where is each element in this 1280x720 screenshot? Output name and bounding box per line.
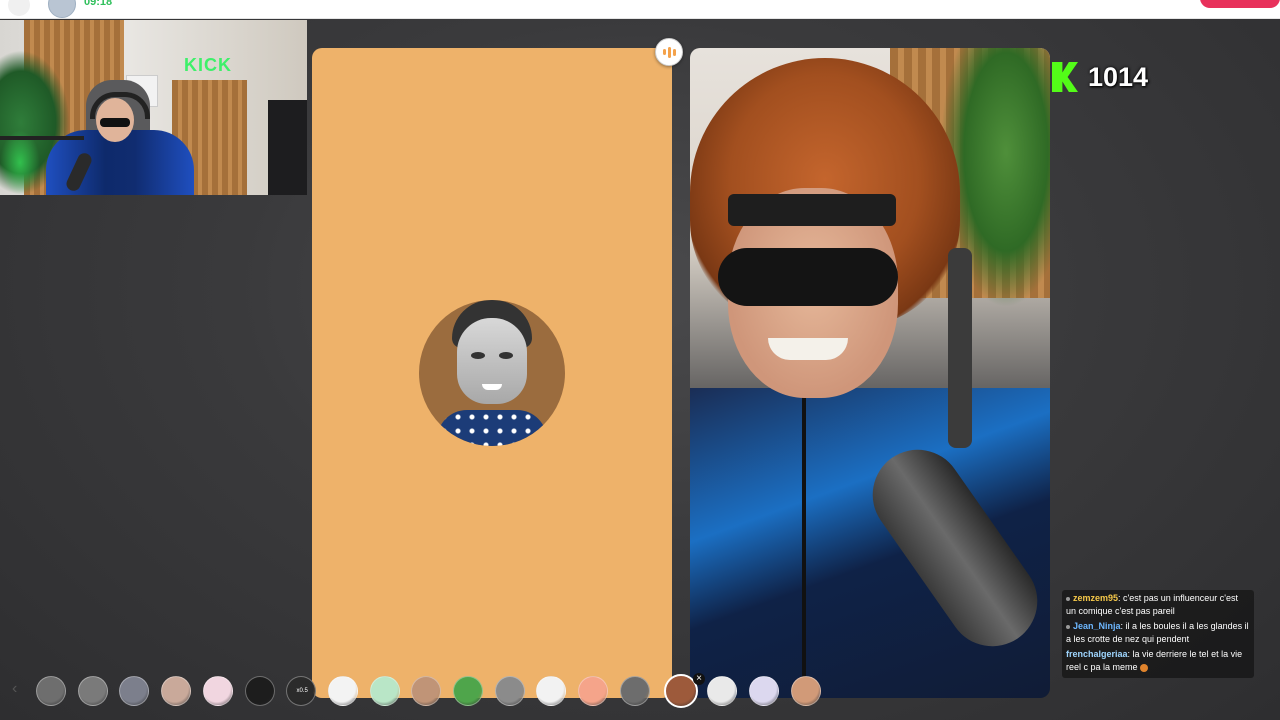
chat-badge-icon	[1066, 596, 1070, 601]
close-icon[interactable]: ×	[693, 673, 705, 685]
avatar-eye-right	[499, 352, 513, 359]
kick-neon-sign: KICK	[184, 55, 232, 75]
stream-chat: zemzem95: c'est pas un influenceur c'est…	[1062, 590, 1254, 678]
filter-label: x0.5	[296, 688, 308, 694]
local-video-panel	[690, 48, 1050, 698]
remote-user-avatar	[419, 300, 565, 446]
filter-white-face-button[interactable]	[536, 676, 567, 706]
teeth	[768, 338, 848, 360]
caller-avatar[interactable]	[48, 0, 76, 18]
chat-username: zemzem95	[1073, 593, 1119, 603]
filter-speed-button[interactable]: x0.5	[286, 676, 317, 706]
kick-logo-icon	[1052, 62, 1078, 92]
mic-arm	[948, 248, 972, 448]
filter-green-helmet-button[interactable]	[453, 676, 483, 706]
remote-video-panel	[312, 48, 672, 698]
avatar-eye-left	[471, 352, 485, 359]
headband	[728, 194, 896, 226]
chevron-left-icon[interactable]: ‹	[12, 680, 24, 702]
end-call-button[interactable]	[1200, 0, 1280, 8]
filter-sad-face-button[interactable]	[707, 676, 738, 706]
chat-username: frenchalgeriaa	[1066, 649, 1128, 659]
filter-horse-button[interactable]	[619, 676, 650, 706]
filter-green-face-button[interactable]	[369, 676, 400, 706]
chat-message: Jean_Ninja: il a les boules il a les gla…	[1066, 620, 1250, 646]
sunglasses	[100, 118, 130, 127]
monitor	[268, 100, 307, 195]
call-top-bar: 09:18	[0, 0, 1280, 19]
jacket-zip	[802, 378, 806, 698]
filter-carousel: ‹ x0.5 ×	[0, 670, 1280, 714]
kick-viewer-counter: 1014	[1052, 56, 1148, 98]
chat-username: Jean_Ninja	[1073, 621, 1121, 631]
streamer-webcam: KICK	[0, 20, 307, 195]
filter-gray-cat-button[interactable]	[494, 676, 525, 706]
back-button[interactable]	[8, 0, 30, 16]
sunglasses	[718, 248, 898, 306]
filter-devil-mask-button[interactable]	[244, 676, 275, 706]
avatar-shirt	[437, 410, 547, 446]
call-timer: 09:18	[84, 0, 113, 8]
filter-blur-button[interactable]	[119, 676, 150, 706]
chat-badge-icon	[1066, 624, 1070, 629]
filter-settings-button[interactable]	[77, 676, 108, 706]
chat-message: zemzem95: c'est pas un influenceur c'est…	[1066, 592, 1250, 618]
filter-gray-face-button[interactable]	[36, 676, 66, 706]
filter-peach-button[interactable]	[578, 676, 609, 706]
filter-beard-button[interactable]	[411, 676, 442, 706]
avatar-face	[457, 318, 527, 404]
filter-stars-button[interactable]	[327, 676, 358, 706]
filter-beige-button[interactable]	[161, 676, 192, 706]
audio-level-icon[interactable]	[655, 38, 683, 66]
avatar-mouth	[482, 384, 502, 390]
filter-real-face-button[interactable]	[790, 676, 821, 706]
mic-arm	[0, 136, 84, 140]
viewer-count: 1014	[1088, 61, 1149, 92]
filter-blush-face-button[interactable]	[202, 676, 233, 706]
filter-lavender-face-button[interactable]	[748, 676, 779, 706]
